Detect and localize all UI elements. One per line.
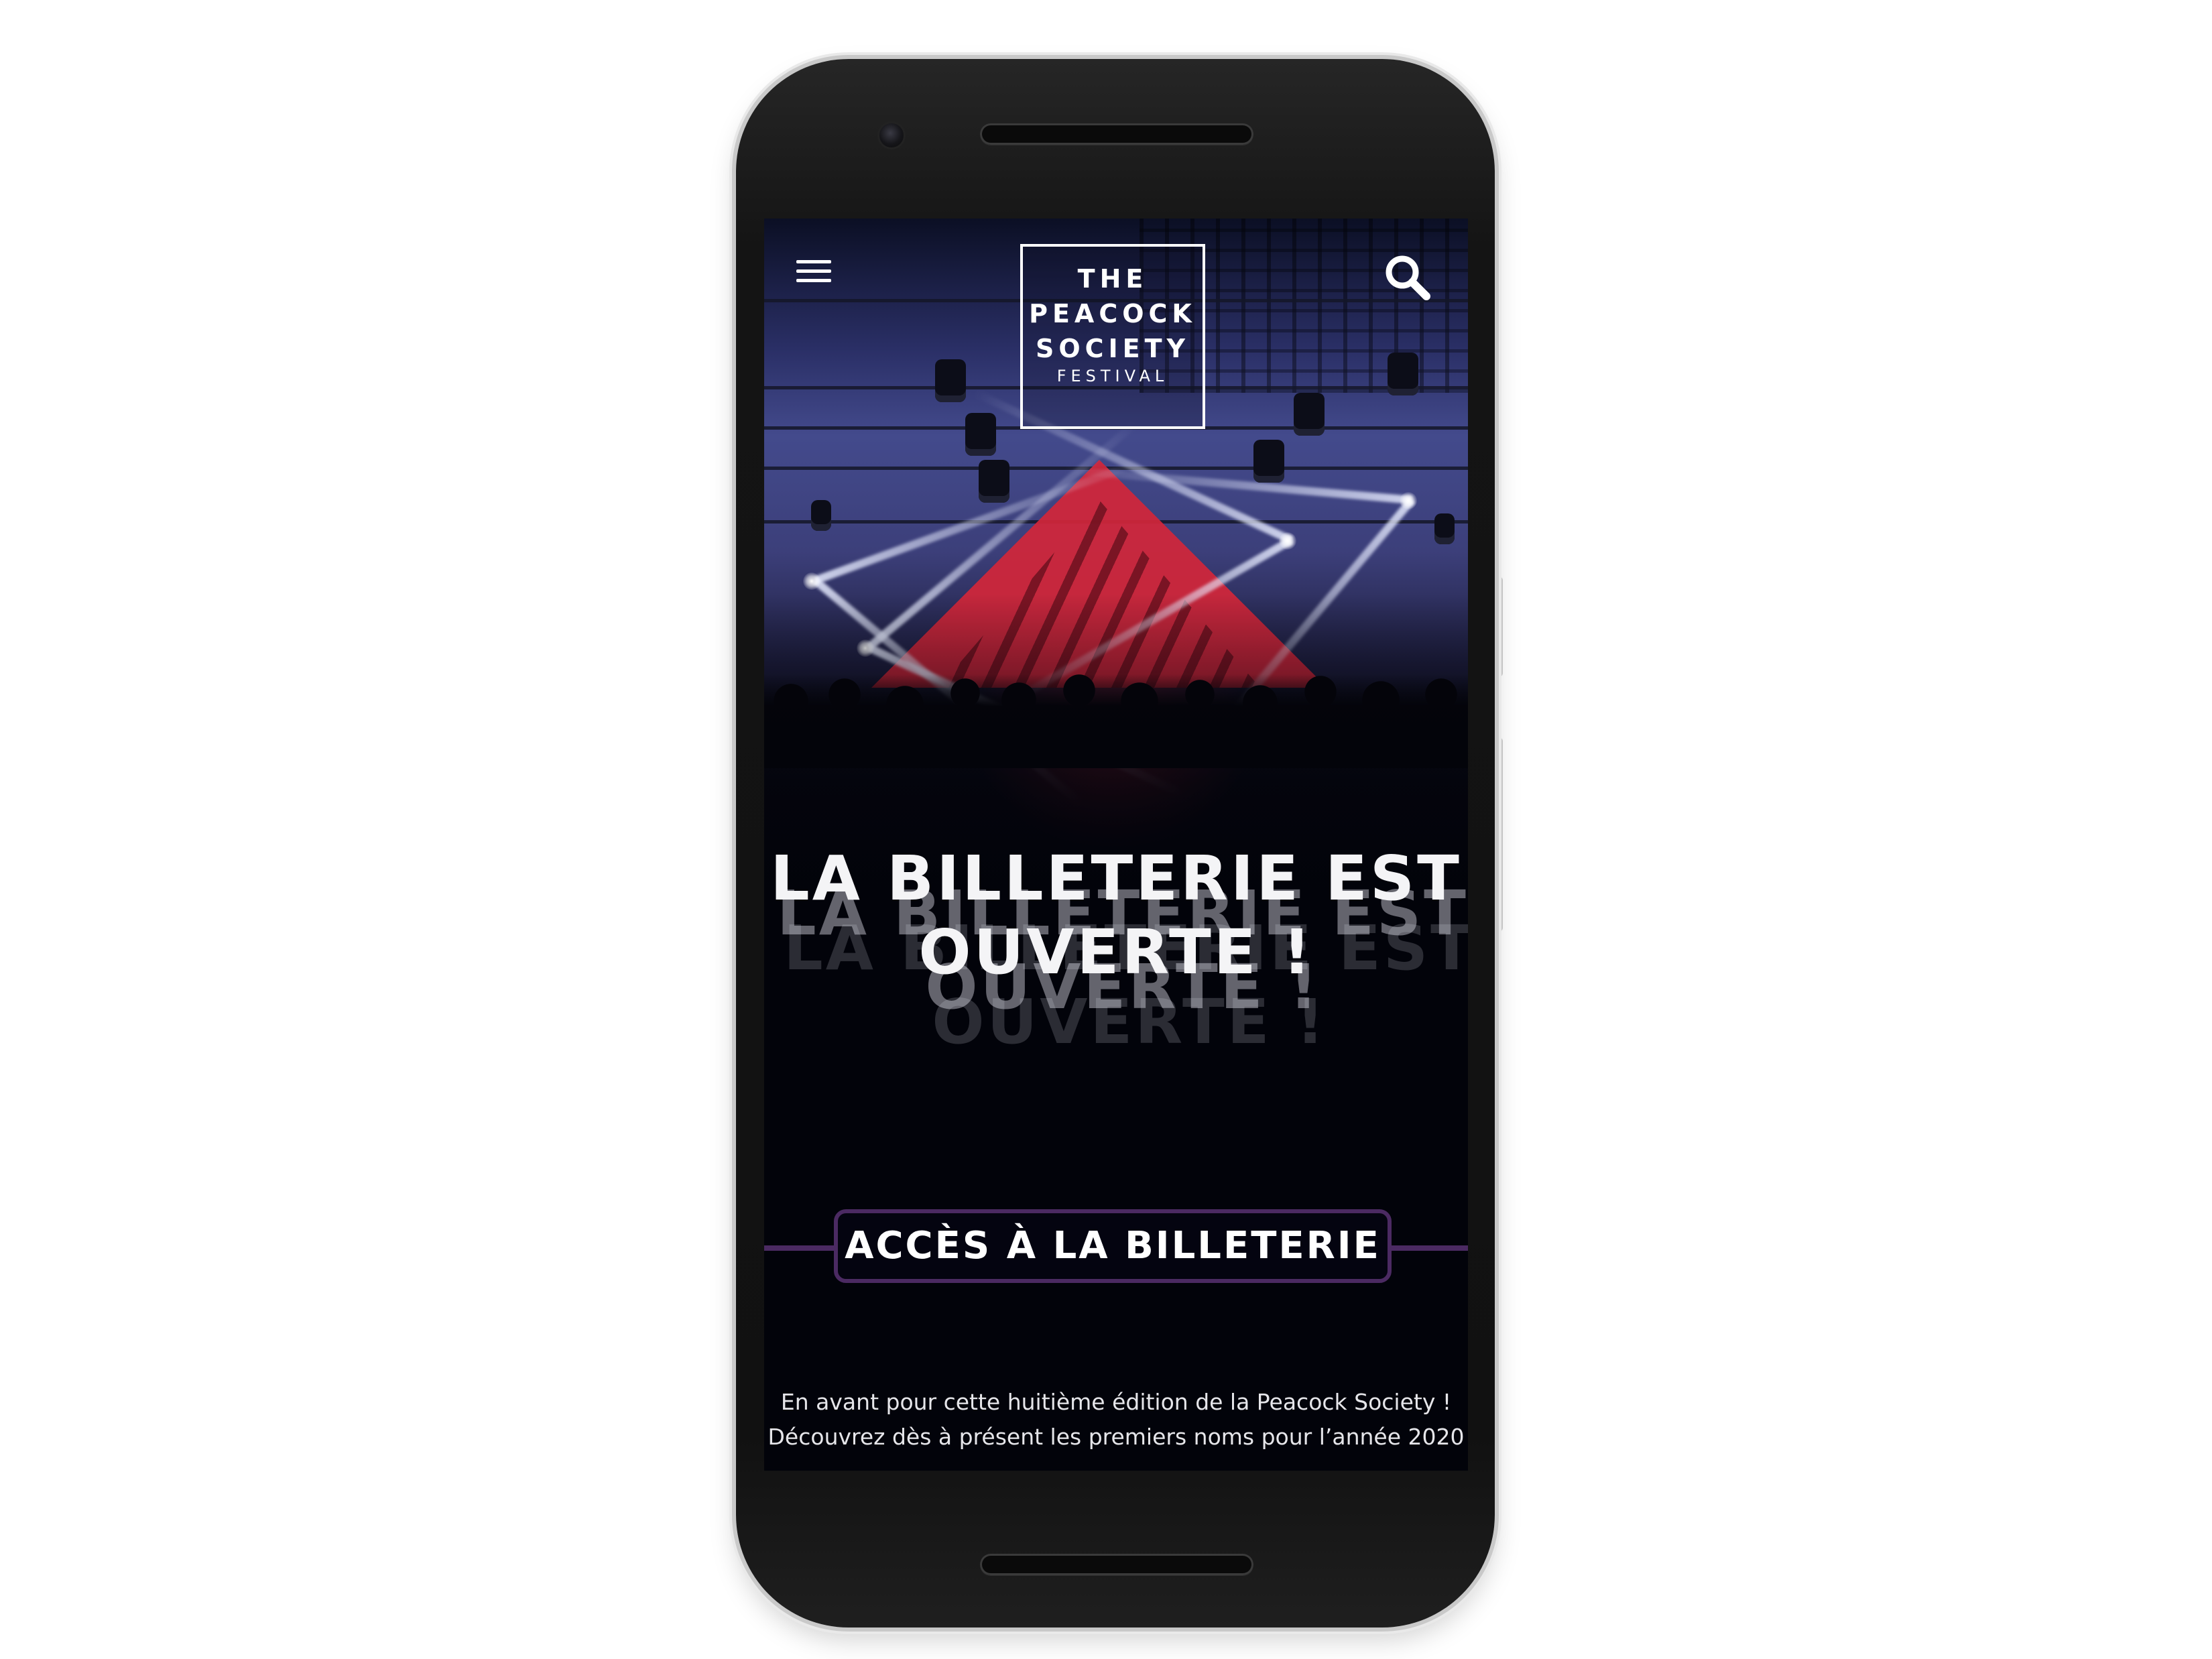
ticketing-access-button[interactable]: ACCÈS À LA BILLETERIE: [834, 1209, 1392, 1283]
phone-volume-button: [1496, 737, 1503, 932]
logo-line-the: THE: [1077, 264, 1148, 294]
intro-text: En avant pour cette huitième édition de …: [764, 1385, 1468, 1455]
phone-earpiece-speaker: [980, 123, 1253, 145]
logo-line-peacock: PEACOCK: [1029, 299, 1196, 328]
search-icon-glyph: [1386, 255, 1430, 300]
phone-front-camera: [879, 123, 904, 147]
hero-light-flare: [1279, 532, 1296, 550]
page-background: THE PEACOCK SOCIETY FESTIVAL LA BILLETER…: [0, 0, 2212, 1659]
menu-bar: [796, 269, 831, 273]
intro-line-1: En avant pour cette huitième édition de …: [780, 1389, 1452, 1415]
hero-light-fixture: [979, 460, 1009, 503]
hero-light-fixture: [1253, 440, 1284, 483]
hero-light-fixture: [965, 413, 996, 456]
hero-light-fixture: [1388, 353, 1418, 395]
hero-light-flare: [803, 572, 820, 590]
headline-line-2: OUVERTE !: [918, 916, 1314, 988]
search-icon[interactable]: [1381, 251, 1434, 304]
hero-headline: LA BILLETERIE EST OUVERTE ! LA BILLETERI…: [764, 842, 1468, 1058]
phone-screen: THE PEACOCK SOCIETY FESTIVAL LA BILLETER…: [764, 219, 1468, 1471]
hero-light-flare: [1400, 492, 1417, 509]
intro-line-2: Découvrez dès à présent les premiers nom…: [767, 1424, 1465, 1450]
headline-text: LA BILLETERIE EST OUVERTE !: [764, 842, 1468, 989]
logo-line-society: SOCIETY: [1035, 334, 1190, 363]
hero-light-fixture: [1294, 393, 1325, 436]
logo-line-festival: FESTIVAL: [1056, 367, 1169, 385]
hero-light-fixture: [935, 359, 966, 402]
festival-logo[interactable]: THE PEACOCK SOCIETY FESTIVAL: [1020, 244, 1205, 429]
headline-line-1: LA BILLETERIE EST: [770, 843, 1462, 914]
menu-bar: [796, 260, 831, 263]
phone-power-button: [1496, 576, 1503, 677]
hero-light-fixture: [811, 500, 831, 531]
hero-light-fixture: [1434, 513, 1455, 544]
hamburger-menu-icon[interactable]: [794, 255, 834, 288]
phone-bottom-speaker: [980, 1554, 1253, 1575]
menu-bar: [796, 279, 831, 282]
